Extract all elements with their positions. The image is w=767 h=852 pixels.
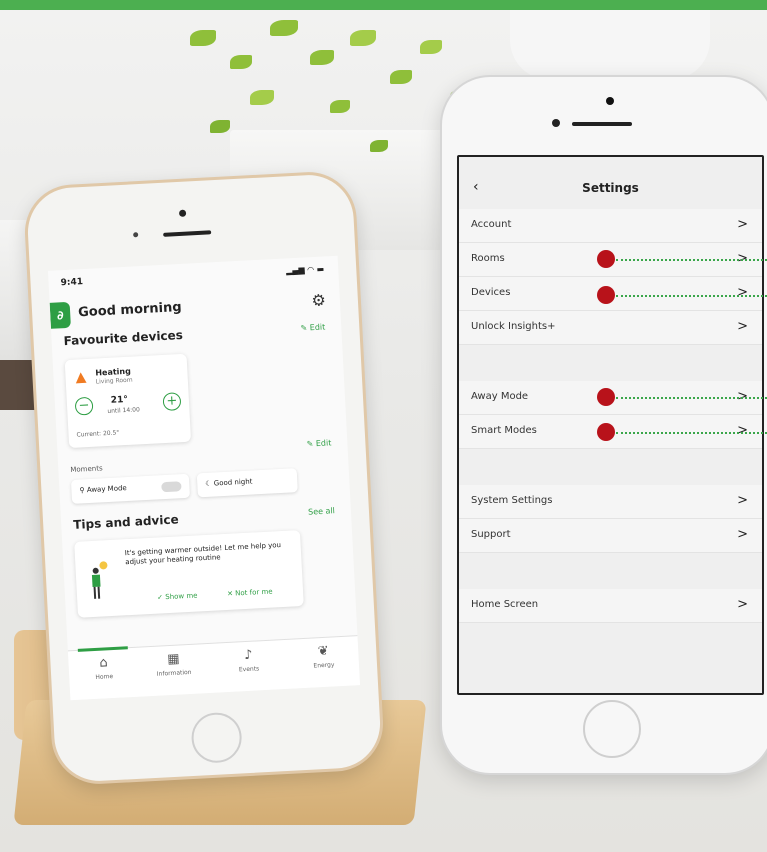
see-all-link[interactable]: See all <box>308 506 335 516</box>
chevron-right-icon: > <box>737 423 748 438</box>
home-screen: 9:41 ▂▄▆ ◠ ▬ ∂ Good morning ⚙ Favourite … <box>47 255 361 701</box>
home-button[interactable] <box>583 700 641 758</box>
chevron-right-icon: > <box>737 527 748 542</box>
status-time: 9:41 <box>60 277 84 289</box>
heating-name: Heating <box>95 366 132 378</box>
moments-title: Moments <box>70 464 103 474</box>
flame-icon: ▲ <box>75 369 87 386</box>
show-me-button[interactable]: ✓ Show me <box>157 592 198 602</box>
greeting: Good morning <box>77 299 182 321</box>
nav-active-indicator <box>77 646 128 652</box>
heating-card[interactable]: ▲ Heating Living Room − 21° until 14:00 … <box>64 353 192 449</box>
settings-row-account[interactable]: Account > <box>459 209 762 243</box>
settings-row-support[interactable]: Support > <box>459 519 762 553</box>
home-icon: ⌂ <box>99 655 109 671</box>
chevron-right-icon: > <box>737 319 748 334</box>
tip-text: It's getting warmer outside! Let me help… <box>124 541 282 567</box>
edit-favourites-link[interactable]: ✎ Edit <box>300 322 325 332</box>
nav-energy[interactable]: ❦ Energy <box>293 642 354 670</box>
tips-title: Tips and advice <box>72 512 179 532</box>
bottom-nav: ⌂ Home ▦ Information ♪ Events ❦ Energy <box>67 635 361 701</box>
sensor-icon <box>133 232 139 238</box>
good-night-chip[interactable]: ☾ Good night <box>196 468 298 498</box>
settings-title: Settings <box>582 181 639 195</box>
earpiece-icon <box>572 122 632 126</box>
settings-row-system-settings[interactable]: System Settings > <box>459 485 762 519</box>
sensor-icon <box>552 119 560 127</box>
callout-marker-away-mode <box>597 388 615 406</box>
callout-line-devices <box>616 295 767 297</box>
signal-wifi-battery-icon: ▂▄▆ ◠ ▬ <box>285 264 325 276</box>
away-mode-chip[interactable]: ⚲ Away Mode <box>70 473 191 504</box>
settings-row-home-screen[interactable]: Home Screen > <box>459 589 762 623</box>
not-for-me-button[interactable]: ✕ Not for me <box>227 588 273 598</box>
chevron-right-icon: > <box>737 285 748 300</box>
person-illustration-icon <box>91 561 108 599</box>
chevron-right-icon: > <box>737 217 748 232</box>
edit-moments-link[interactable]: ✎ Edit <box>306 438 331 448</box>
current-temperature: Current: 20.5° <box>76 429 120 439</box>
nav-information[interactable]: ▦ Information <box>143 650 204 678</box>
favourites-title: Favourite devices <box>63 327 184 349</box>
chevron-right-icon: > <box>737 493 748 508</box>
heating-room: Living Room <box>95 376 133 386</box>
settings-row-unlock-insights[interactable]: Unlock Insights+ > <box>459 311 762 345</box>
brand-logo-icon: ∂ <box>49 301 71 329</box>
top-green-band <box>0 0 767 10</box>
callout-marker-devices <box>597 286 615 304</box>
tip-card: It's getting warmer outside! Let me help… <box>74 530 304 618</box>
nav-events[interactable]: ♪ Events <box>218 646 279 674</box>
target-temperature: 21° <box>110 394 129 406</box>
away-mode-toggle[interactable] <box>161 481 182 493</box>
camera-icon <box>606 97 614 105</box>
home-button[interactable] <box>190 711 243 764</box>
grid-icon: ▦ <box>166 651 180 668</box>
gear-icon[interactable]: ⚙ <box>311 290 326 310</box>
left-phone: 9:41 ▂▄▆ ◠ ▬ ∂ Good morning ⚙ Favourite … <box>22 169 386 787</box>
decrease-temp-button[interactable]: − <box>74 396 94 416</box>
callout-marker-rooms <box>597 250 615 268</box>
leaf-icon: ❦ <box>317 643 330 660</box>
callout-marker-smart-modes <box>597 423 615 441</box>
increase-temp-button[interactable]: + <box>162 392 182 412</box>
settings-header: ‹ Settings <box>459 157 762 209</box>
camera-icon <box>178 209 187 217</box>
nav-home[interactable]: ⌂ Home <box>73 654 134 682</box>
callout-line-rooms <box>616 259 767 261</box>
callout-line-away-mode <box>616 397 767 399</box>
bell-icon: ♪ <box>243 647 253 664</box>
target-until: until 14:00 <box>107 406 141 415</box>
chevron-right-icon: > <box>737 597 748 612</box>
earpiece-icon <box>163 230 212 237</box>
callout-line-smart-modes <box>616 432 767 434</box>
